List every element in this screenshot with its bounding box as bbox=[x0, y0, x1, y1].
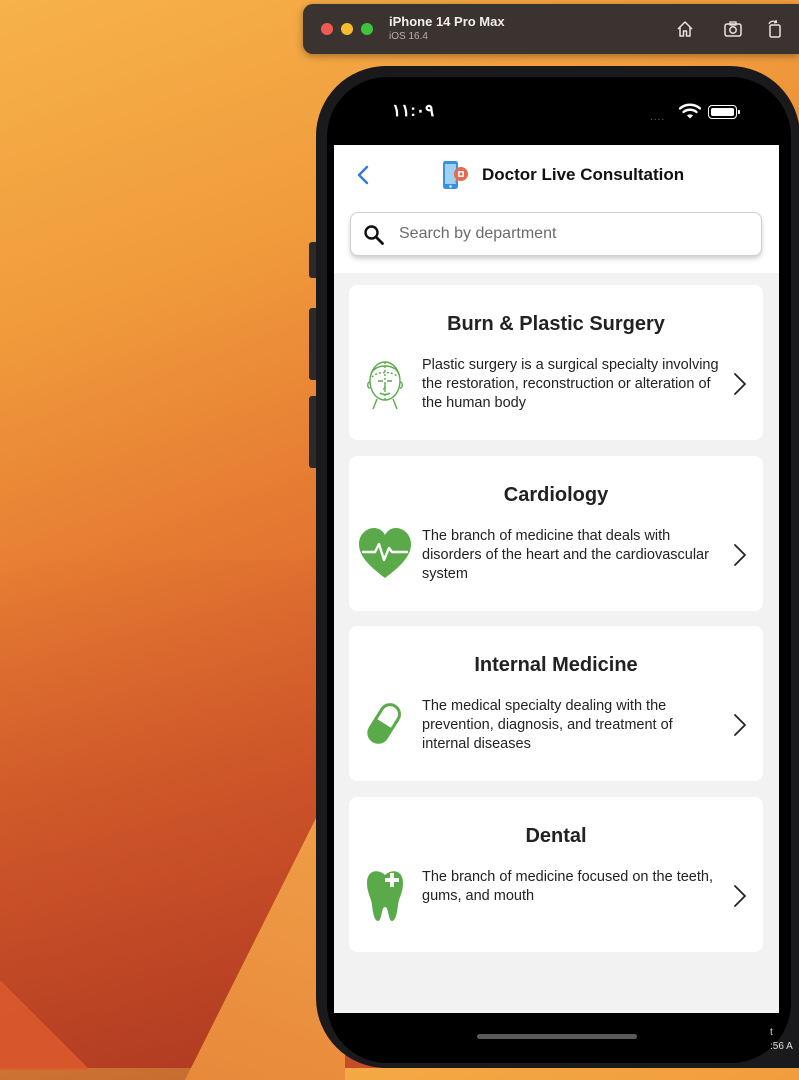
volume-up-button bbox=[309, 308, 316, 380]
pill-capsule-icon bbox=[367, 703, 401, 744]
department-title: Dental bbox=[525, 825, 587, 847]
department-title: Cardiology bbox=[503, 484, 609, 506]
department-card-cardiology[interactable]: Cardiology The branch of medicine that d… bbox=[349, 456, 763, 611]
app-header: Doctor Live Consultation Search by depar… bbox=[334, 145, 779, 273]
department-description: The branch of medicine that deals with d… bbox=[422, 528, 709, 582]
department-card-burn-plastic-surgery[interactable]: Burn & Plastic Surgery Plastic surgery i… bbox=[349, 285, 763, 440]
face-outline-icon bbox=[367, 361, 403, 410]
heart-pulse-icon bbox=[359, 528, 411, 578]
desktop-corner-text: t :56 A bbox=[770, 1027, 793, 1052]
chevron-right-icon[interactable] bbox=[733, 372, 747, 396]
app-screen: Doctor Live Consultation Search by depar… bbox=[334, 145, 779, 1013]
search-icon bbox=[364, 225, 384, 245]
search-input[interactable]: Search by department bbox=[350, 212, 762, 256]
department-title: Internal Medicine bbox=[474, 654, 638, 676]
department-description: The medical specialty dealing with the p… bbox=[422, 698, 673, 752]
department-description: The branch of medicine focused on the te… bbox=[422, 869, 713, 904]
chevron-right-icon[interactable] bbox=[733, 543, 747, 567]
chevron-right-icon[interactable] bbox=[733, 884, 747, 908]
zoom-window-button[interactable] bbox=[361, 23, 373, 35]
home-icon bbox=[677, 21, 693, 37]
rotate-button[interactable] bbox=[763, 17, 787, 41]
os-version: iOS 16.4 bbox=[389, 31, 428, 42]
home-button[interactable] bbox=[673, 17, 697, 41]
mute-switch bbox=[309, 242, 316, 278]
simulator-title-bar[interactable]: iPhone 14 Pro Max iOS 16.4 bbox=[303, 4, 799, 54]
chevron-right-icon[interactable] bbox=[733, 713, 747, 737]
home-indicator[interactable] bbox=[477, 1034, 637, 1039]
device-name: iPhone 14 Pro Max bbox=[389, 14, 505, 29]
rotate-icon bbox=[768, 19, 781, 38]
signal-dots: .... bbox=[650, 112, 666, 123]
chevron-left-icon[interactable] bbox=[352, 163, 376, 187]
department-card-dental[interactable]: Dental The branch of medicine focused on… bbox=[349, 797, 763, 952]
tooth-icon bbox=[367, 871, 403, 921]
search-placeholder: Search by department bbox=[399, 225, 557, 242]
screenshot-button[interactable] bbox=[721, 17, 745, 41]
page-title: Doctor Live Consultation bbox=[482, 165, 685, 184]
phone-chat-icon bbox=[443, 161, 468, 189]
minimize-window-button[interactable] bbox=[341, 23, 353, 35]
department-title: Burn & Plastic Surgery bbox=[447, 313, 665, 335]
battery-icon bbox=[708, 105, 740, 119]
volume-down-button bbox=[309, 396, 316, 468]
status-time: ١١:٠٩ bbox=[392, 101, 435, 120]
camera-icon bbox=[724, 21, 742, 37]
wifi-icon bbox=[679, 103, 701, 119]
close-window-button[interactable] bbox=[321, 23, 333, 35]
department-card-internal-medicine[interactable]: Internal Medicine The medical specialty … bbox=[349, 626, 763, 781]
department-description: Plastic surgery is a surgical specialty … bbox=[422, 357, 719, 411]
